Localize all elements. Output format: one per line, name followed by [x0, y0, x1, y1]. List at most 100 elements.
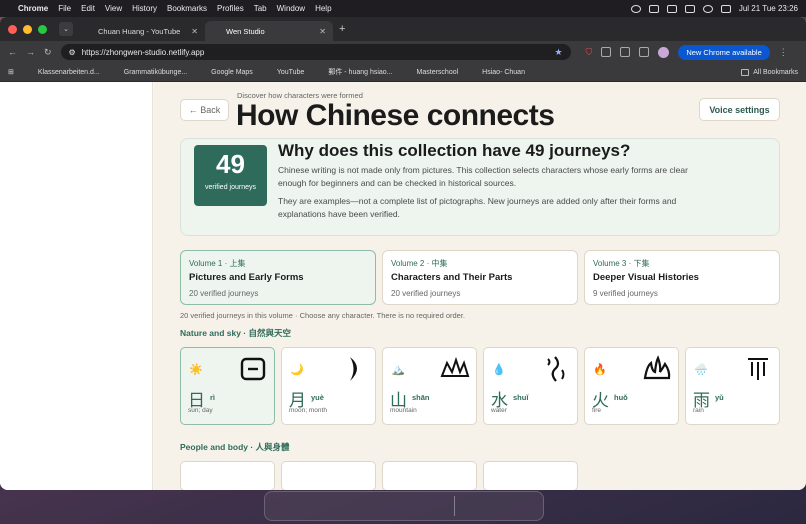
- shield-extension-icon[interactable]: ⛉: [586, 47, 593, 58]
- character-card-rain[interactable]: 🌧️ 雨 yǔ rain: [685, 347, 780, 425]
- menu-edit[interactable]: Edit: [81, 4, 95, 13]
- bookmark-item[interactable]: Google Maps: [199, 69, 253, 76]
- menu-history[interactable]: History: [132, 4, 157, 13]
- clock[interactable]: Jul 21 Tue 23:26: [739, 4, 798, 13]
- puzzle-extensions-icon[interactable]: [620, 47, 631, 57]
- minimize-window-icon[interactable]: [23, 24, 32, 34]
- battery-icon[interactable]: [684, 4, 695, 13]
- volume-count: 20 verified journeys: [391, 289, 461, 298]
- word-icon[interactable]: [377, 496, 397, 516]
- sun-icon: ☀️: [189, 364, 203, 376]
- close-tab-icon[interactable]: ✕: [319, 27, 326, 36]
- character-card-moon[interactable]: 🌙 月 yuè moon; month: [281, 347, 376, 425]
- bookmark-star-icon[interactable]: ★: [554, 47, 562, 58]
- chrome-update-button[interactable]: New Chrome available: [678, 44, 770, 60]
- menu-profiles[interactable]: Profiles: [217, 4, 244, 13]
- finder-icon[interactable]: [277, 496, 297, 516]
- ancient-water-glyph-icon: [547, 356, 565, 382]
- tab-youtube[interactable]: Chuan Huang - YouTube ✕: [77, 21, 205, 41]
- menu-bookmarks[interactable]: Bookmarks: [167, 4, 207, 13]
- bookmark-item[interactable]: YouTube: [265, 69, 305, 76]
- ancient-fire-glyph-icon: [643, 355, 671, 380]
- character-card-water[interactable]: 💧 水 shuǐ water: [483, 347, 578, 425]
- pinyin: yǔ: [715, 393, 724, 402]
- character-card-partial[interactable]: [382, 461, 477, 490]
- menu-window[interactable]: Window: [277, 4, 305, 13]
- menubar-app-name[interactable]: Chrome: [18, 4, 48, 13]
- apps-grid-icon[interactable]: ⊞: [8, 68, 14, 76]
- bookmark-favicon-icon: [26, 69, 34, 76]
- rain-cloud-icon: 🌧️: [694, 364, 708, 376]
- bookmarks-bar: ⊞ Klassenarbeiten.d... Grammatikübunge..…: [0, 63, 806, 82]
- volume-kicker: Volume 3 · 下集: [593, 259, 650, 268]
- bookmark-item[interactable]: Hsiao- Chuan: [470, 69, 525, 76]
- character-card-partial[interactable]: [281, 461, 376, 490]
- all-bookmarks-folder[interactable]: All Bookmarks: [741, 68, 798, 76]
- pinyin: yuè: [311, 393, 324, 402]
- volume-title: Characters and Their Parts: [391, 272, 513, 283]
- address-bar[interactable]: ⚙ https://zhongwen-studio.netlify.app ★: [60, 44, 571, 60]
- site-info-icon[interactable]: ⚙: [69, 48, 76, 57]
- meaning: mountain: [390, 407, 417, 414]
- quicktime-icon[interactable]: [487, 496, 507, 516]
- character-card-mountain[interactable]: 🏔️ 山 shān mountain: [382, 347, 477, 425]
- notion-icon[interactable]: [327, 496, 347, 516]
- water-drop-icon: 💧: [492, 364, 506, 376]
- bookmark-item[interactable]: Masterschool: [405, 69, 459, 76]
- pinyin: rì: [210, 393, 216, 402]
- utility-icon[interactable]: [462, 496, 482, 516]
- app-icon[interactable]: [402, 496, 422, 516]
- tab-title: Chuan Huang - YouTube: [98, 26, 181, 36]
- character-card-fire[interactable]: 🔥 火 huǒ fire: [584, 347, 679, 425]
- section-heading-people: People and body · 人與身體: [180, 442, 290, 452]
- fire-icon: 🔥: [593, 364, 607, 376]
- character-card-partial[interactable]: [180, 461, 275, 490]
- back-button[interactable]: ← Back: [180, 99, 229, 121]
- volume-hint: 20 verified journeys in this volume · Ch…: [180, 311, 466, 320]
- menu-view[interactable]: View: [105, 4, 122, 13]
- menu-help[interactable]: Help: [315, 4, 331, 13]
- close-window-icon[interactable]: [8, 24, 17, 34]
- volume-3-card[interactable]: Volume 3 · 下集 Deeper Visual Histories 9 …: [584, 250, 780, 305]
- section-heading-nature: Nature and sky · 自然與天空: [180, 328, 291, 338]
- bookmark-item[interactable]: Klassenarbeiten.d...: [26, 69, 100, 76]
- tab-search-chevron-icon[interactable]: ⌄: [59, 22, 73, 36]
- forward-arrow-icon[interactable]: →: [26, 47, 35, 57]
- character-card-partial[interactable]: [483, 461, 578, 490]
- url-text[interactable]: https://zhongwen-studio.netlify.app: [82, 48, 205, 57]
- folder-icon: [741, 68, 750, 76]
- status-circle-icon[interactable]: [630, 4, 641, 13]
- meaning: fire: [592, 407, 602, 414]
- wifi-icon[interactable]: [702, 4, 713, 13]
- tab-wen-studio[interactable]: Wen Studio ✕: [205, 21, 333, 41]
- new-tab-icon[interactable]: +: [339, 23, 345, 35]
- why-paragraph: They are examples—not a complete list of…: [278, 196, 677, 219]
- volume-1-card[interactable]: Volume 1 · 上集 Pictures and Early Forms 2…: [180, 250, 376, 305]
- menu-tab[interactable]: Tab: [254, 4, 267, 13]
- bookmark-item[interactable]: 郵件 - huang hsiao...: [316, 67, 392, 77]
- fullscreen-window-icon[interactable]: [38, 24, 47, 34]
- ancient-mountain-glyph-icon: [440, 356, 470, 377]
- back-arrow-icon[interactable]: ←: [8, 47, 17, 57]
- notion-menubar-icon[interactable]: [666, 4, 677, 13]
- profile-avatar[interactable]: [658, 46, 670, 58]
- volume-kicker: Volume 1 · 上集: [189, 259, 246, 268]
- why-card: 49 verified journeys Why does this colle…: [180, 138, 780, 236]
- reload-icon[interactable]: ↻: [44, 47, 52, 58]
- side-panel-icon[interactable]: [639, 47, 650, 57]
- bookmark-item[interactable]: Grammatikübunge...: [112, 69, 187, 76]
- voice-settings-button[interactable]: Voice settings: [699, 98, 780, 121]
- status-extension-icon[interactable]: [648, 4, 659, 13]
- mail-icon[interactable]: [302, 496, 322, 516]
- more-menu-icon[interactable]: ⋮: [779, 47, 788, 58]
- menu-file[interactable]: File: [58, 4, 71, 13]
- trash-icon[interactable]: [512, 496, 532, 516]
- control-center-icon[interactable]: [720, 4, 731, 13]
- extension-icon[interactable]: [601, 47, 612, 57]
- whatsapp-icon[interactable]: [427, 496, 447, 516]
- volume-2-card[interactable]: Volume 2 · 中集 Characters and Their Parts…: [382, 250, 578, 305]
- character-card-sun[interactable]: ☀️ 日 rì sun; day: [180, 347, 275, 425]
- chrome-icon[interactable]: [352, 496, 372, 516]
- close-tab-icon[interactable]: ✕: [191, 27, 198, 36]
- mountain-icon: 🏔️: [391, 364, 405, 376]
